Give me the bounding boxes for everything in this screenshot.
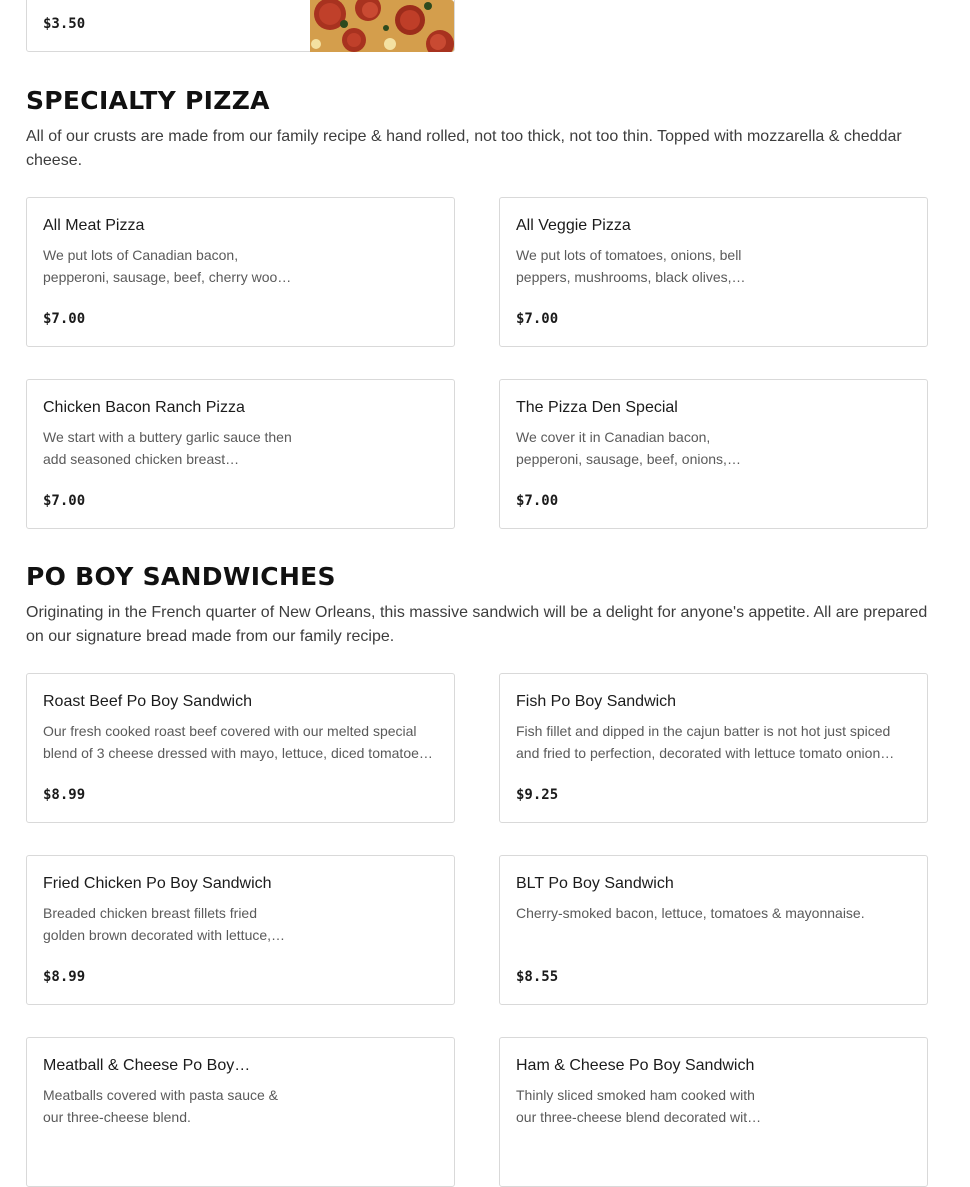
menu-item-description: We start with a buttery garlic sauce the… bbox=[43, 429, 292, 467]
menu-item-card[interactable]: Chicken Bacon Ranch Pizza We start with … bbox=[26, 379, 455, 529]
menu-item-card[interactable]: Fish Po Boy Sandwich Fish fillet and dip… bbox=[499, 673, 928, 823]
menu-item-card[interactable]: The Pizza Den Special We cover it in Can… bbox=[499, 379, 928, 529]
menu-item-name: All Veggie Pizza bbox=[516, 217, 631, 234]
menu-item-card-partial[interactable]: $3.50 bbox=[26, 0, 455, 52]
menu-item-name: Roast Beef Po Boy Sandwich bbox=[43, 693, 253, 710]
menu-item-name: The Pizza Den Special bbox=[516, 399, 678, 416]
menu-item-card[interactable]: Roast Beef Po Boy Sandwich Our fresh coo… bbox=[26, 673, 455, 823]
menu-item-description: Fish fillet and dipped in the cajun batt… bbox=[516, 723, 895, 761]
menu-item-card[interactable]: All Meat Pizza We put lots of Canadian b… bbox=[26, 197, 455, 347]
menu-item-description: We put lots of Canadian bacon, pepperoni… bbox=[43, 247, 292, 285]
menu-item-card[interactable]: Ham & Cheese Po Boy Sandwich Thinly slic… bbox=[499, 1037, 928, 1187]
menu-item-description: Thinly sliced smoked ham cooked with our… bbox=[516, 1087, 762, 1125]
menu-item-price: $3.50 bbox=[43, 16, 86, 32]
menu-item-price: $9.25 bbox=[516, 787, 559, 803]
menu-item-name: Ham & Cheese Po Boy Sandwich bbox=[516, 1057, 755, 1074]
section-description-po-boy-sandwiches: Originating in the French quarter of New… bbox=[26, 604, 928, 645]
menu-item-description: Our fresh cooked roast beef covered with… bbox=[43, 723, 433, 761]
menu-item-price: $8.99 bbox=[43, 969, 86, 985]
menu-item-name: BLT Po Boy Sandwich bbox=[516, 875, 674, 892]
menu-item-name: All Meat Pizza bbox=[43, 217, 145, 234]
pizza-photo bbox=[310, 0, 454, 52]
menu-item-price: $7.00 bbox=[516, 493, 559, 509]
menu-item-card[interactable]: BLT Po Boy Sandwich Cherry-smoked bacon,… bbox=[499, 855, 928, 1005]
menu-item-name: Meatball & Cheese Po Boy… bbox=[43, 1057, 251, 1074]
menu-item-price: $8.99 bbox=[43, 787, 86, 803]
section-description-specialty-pizza: All of our crusts are made from our fami… bbox=[26, 128, 902, 169]
menu-item-description: Breaded chicken breast fillets fried gol… bbox=[43, 905, 286, 943]
menu-item-price: $8.55 bbox=[516, 969, 559, 985]
menu-item-name: Fish Po Boy Sandwich bbox=[516, 693, 677, 710]
menu-item-description: We cover it in Canadian bacon, pepperoni… bbox=[516, 429, 727, 467]
menu-item-description: Meatballs covered with pasta sauce & our… bbox=[43, 1087, 279, 1125]
menu-item-name: Fried Chicken Po Boy Sandwich bbox=[43, 875, 272, 892]
menu-item-card[interactable]: Fried Chicken Po Boy Sandwich Breaded ch… bbox=[26, 855, 455, 1005]
menu-item-description: Cherry-smoked bacon, lettuce, tomatoes &… bbox=[516, 905, 865, 921]
menu-item-card[interactable]: Meatball & Cheese Po Boy… Meatballs cove… bbox=[26, 1037, 455, 1187]
menu-item-name: Chicken Bacon Ranch Pizza bbox=[43, 399, 245, 416]
pepperoni-pizza-image bbox=[310, 0, 454, 52]
menu-item-price: $7.00 bbox=[516, 311, 559, 327]
menu-item-description: We put lots of tomatoes, onions, bell pe… bbox=[516, 247, 746, 285]
section-title-po-boy-sandwiches: PO BOY SANDWICHES bbox=[26, 562, 336, 591]
section-title-specialty-pizza: SPECIALTY PIZZA bbox=[26, 86, 270, 115]
menu-item-card[interactable]: All Veggie Pizza We put lots of tomatoes… bbox=[499, 197, 928, 347]
menu-item-price: $7.00 bbox=[43, 493, 86, 509]
menu-item-price: $7.00 bbox=[43, 311, 86, 327]
